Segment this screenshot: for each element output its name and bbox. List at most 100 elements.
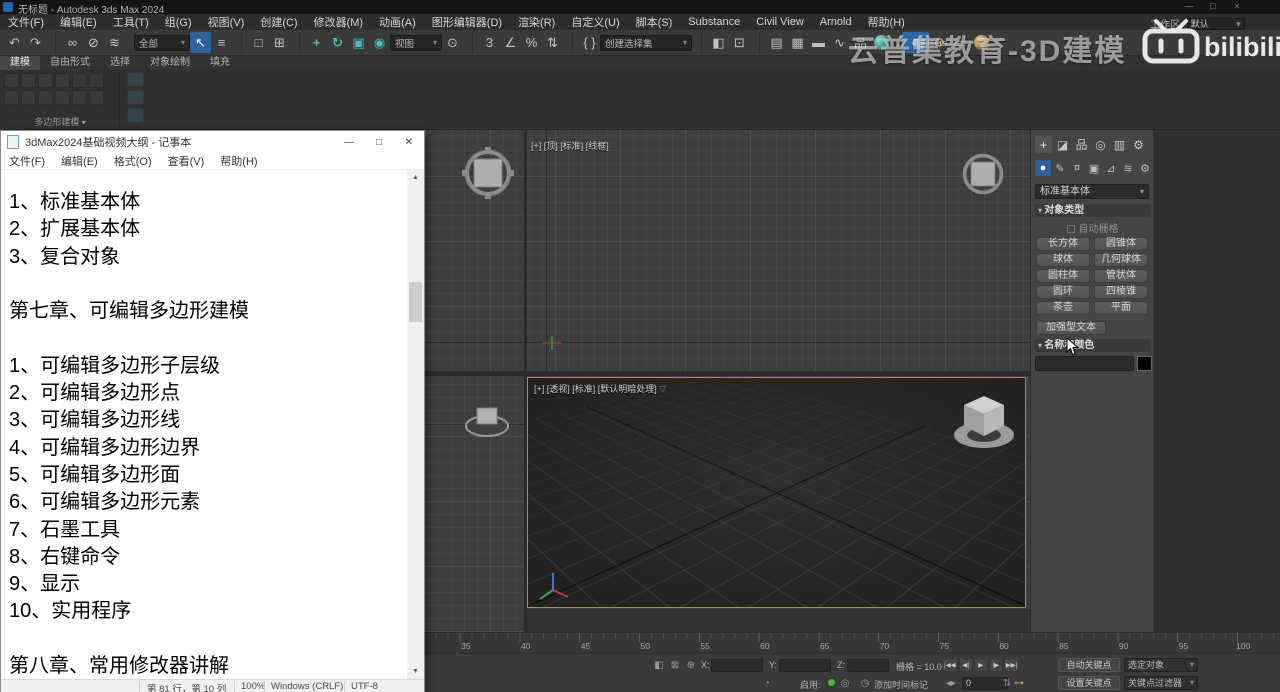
mirror-icon[interactable]: ◧	[701, 32, 729, 53]
notepad-menu-item[interactable]: 格式(O)	[106, 153, 160, 169]
viewport-splitter-horizontal[interactable]	[425, 371, 1030, 376]
notepad-maximize-button[interactable]: □	[364, 137, 394, 148]
z-coord-field[interactable]	[847, 659, 889, 672]
perspective-viewport-label[interactable]: [+] [透视] [标准] [默认明暗处理] ▽	[534, 382, 666, 395]
menu-item[interactable]: 脚本(S)	[628, 14, 681, 30]
percent-snap-icon[interactable]: %	[521, 32, 542, 53]
systems-category-icon[interactable]: ⚙	[1137, 160, 1153, 176]
max-maximize-button[interactable]: □	[1204, 1, 1222, 11]
menu-item[interactable]: 视图(V)	[200, 14, 253, 30]
max-close-button[interactable]: ×	[1228, 1, 1246, 11]
menu-item[interactable]: 组(G)	[157, 14, 200, 30]
key-mode-icon[interactable]: ⊶	[1012, 676, 1026, 690]
menu-item[interactable]: 渲染(R)	[510, 14, 563, 30]
menu-item[interactable]: 图形编辑器(D)	[424, 14, 510, 30]
primitive-button[interactable]: 几何球体	[1094, 253, 1148, 267]
teapot-top-view[interactable]	[462, 147, 514, 199]
notepad-scrollbar[interactable]: ▲ ▼	[407, 170, 424, 679]
menu-item[interactable]: 动画(A)	[371, 14, 424, 30]
geometry-category-icon[interactable]: ●	[1035, 160, 1051, 176]
name-color-rollout[interactable]: 名称和颜色	[1034, 339, 1151, 352]
playback-button[interactable]: |▶	[988, 658, 1003, 672]
named-selection-sets-icon[interactable]: { }	[572, 32, 600, 53]
primitive-button[interactable]: 圆锥体	[1094, 237, 1148, 251]
lights-category-icon[interactable]: ¤	[1069, 160, 1085, 176]
menu-item[interactable]: 工具(T)	[105, 14, 157, 30]
perspective-viewport[interactable]: [+] [透视] [标准] [默认明暗处理] ▽	[527, 377, 1026, 608]
ribbon-tab[interactable]: 自由形式	[40, 56, 100, 70]
named-sets-dropdown[interactable]: 创建选择集	[600, 34, 692, 51]
create-tab-icon[interactable]: +	[1035, 136, 1052, 153]
bind-to-space-warp-icon[interactable]: ≋	[104, 32, 125, 53]
notepad-menu-item[interactable]: 帮助(H)	[212, 153, 265, 169]
display-tab-icon[interactable]: ▥	[1111, 136, 1128, 153]
spinner-snap-icon[interactable]: ⇅	[542, 32, 563, 53]
select-and-rotate-icon[interactable]: ↻	[327, 32, 348, 53]
primitive-button[interactable]: 茶壶	[1036, 301, 1090, 315]
primitive-button[interactable]: 长方体	[1036, 237, 1090, 251]
snap-toggle-3d-icon[interactable]: 3	[472, 32, 500, 53]
selection-lock-icon[interactable]: ⊠	[668, 658, 682, 672]
redo-icon[interactable]: ↷	[25, 32, 46, 53]
add-time-tag[interactable]: 添加时间标记	[874, 678, 928, 691]
space-warps-category-icon[interactable]: ≋	[1120, 160, 1136, 176]
perspective-label-text[interactable]: [+] [透视] [标准] [默认明暗处理]	[534, 384, 657, 394]
ribbon-toggle-icon[interactable]: ▬	[808, 32, 829, 53]
notepad-menu-item[interactable]: 查看(V)	[160, 153, 213, 169]
menu-item[interactable]: 文件(F)	[0, 14, 52, 30]
teapot-perspective[interactable]	[946, 390, 1022, 452]
menu-item[interactable]: 创建(C)	[252, 14, 305, 30]
primitive-button[interactable]: 管状体	[1094, 269, 1148, 283]
playback-button[interactable]: |◀◀	[942, 658, 958, 672]
mini-curve-editor-icon[interactable]: ◔	[760, 676, 774, 690]
clock-icon[interactable]: ◷	[858, 676, 872, 690]
primitive-button[interactable]: 四棱锥	[1094, 285, 1148, 299]
loop-toggle-icon[interactable]: ◎	[838, 676, 852, 690]
viewport-area[interactable]: [+] [顶] [标准] [线框] [+] [透视] [标准] [默认明暗处理]…	[425, 130, 1030, 632]
notepad-menu-item[interactable]: 编辑(E)	[53, 153, 106, 169]
menu-item[interactable]: 自定义(U)	[563, 14, 627, 30]
layer-explorer-icon[interactable]: ▦	[787, 32, 808, 53]
primitive-category-dropdown[interactable]: 标准基本体	[1035, 184, 1149, 199]
selection-filter-dropdown[interactable]: 全部	[134, 34, 190, 51]
helpers-category-icon[interactable]: ⊿	[1103, 160, 1119, 176]
undo-icon[interactable]: ↶	[4, 32, 25, 53]
teapot-top-view-2[interactable]	[958, 150, 1008, 198]
scene-explorer-icon[interactable]: ▤	[759, 32, 787, 53]
menu-item[interactable]: 修改器(M)	[306, 14, 372, 30]
select-object-icon[interactable]: ↖	[190, 32, 211, 53]
select-and-move-icon[interactable]: +	[299, 32, 327, 53]
teapot-front-view[interactable]	[463, 402, 511, 438]
x-coord-field[interactable]	[711, 659, 763, 672]
menu-item[interactable]: Substance	[680, 16, 748, 28]
align-icon[interactable]: ⊡	[729, 32, 750, 53]
window-crossing-icon[interactable]: ⊞	[269, 32, 290, 53]
ribbon-tab[interactable]: 选择	[100, 56, 140, 70]
select-by-name-icon[interactable]: ≡	[211, 32, 232, 53]
y-coord-field[interactable]	[779, 659, 831, 672]
set-key-button[interactable]: 设置关键点	[1058, 676, 1120, 690]
select-and-link-icon[interactable]: ∞	[55, 32, 83, 53]
use-pivot-center-icon[interactable]: ⊙	[442, 32, 463, 53]
shapes-category-icon[interactable]: ✎	[1052, 160, 1068, 176]
scroll-down-icon[interactable]: ▼	[407, 664, 424, 679]
object-name-field[interactable]	[1035, 356, 1134, 371]
ribbon-tab[interactable]: 建模	[0, 56, 40, 70]
menu-item[interactable]: Civil View	[748, 16, 811, 28]
playback-button[interactable]: ◀|	[958, 658, 973, 672]
scroll-up-icon[interactable]: ▲	[407, 170, 424, 185]
notepad-close-button[interactable]: ✕	[394, 137, 424, 148]
primitive-button[interactable]: 球体	[1036, 253, 1090, 267]
auto-key-button[interactable]: 自动关键点	[1058, 658, 1120, 672]
notepad-minimize-button[interactable]: —	[334, 137, 364, 148]
isolate-selection-icon[interactable]: ◧	[652, 658, 666, 672]
ribbon-group-label[interactable]: 多边形建模	[2, 115, 118, 128]
selected-filter-dropdown[interactable]: 选定对象	[1124, 658, 1198, 672]
notepad-menu-item[interactable]: 文件(F)	[1, 153, 53, 169]
playback-button[interactable]: ▶	[973, 658, 988, 672]
object-color-swatch[interactable]	[1137, 356, 1152, 371]
curve-editor-icon[interactable]: ∿	[829, 32, 850, 53]
angle-snap-icon[interactable]: ∠	[500, 32, 521, 53]
key-filters-button[interactable]: 关键点过滤器	[1124, 676, 1198, 690]
frame-step-icon[interactable]: ◂▸	[944, 676, 958, 690]
